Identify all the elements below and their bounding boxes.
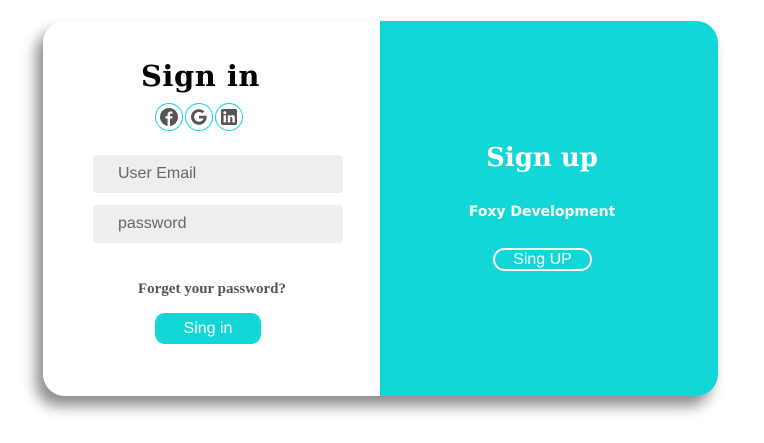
social-login-row [155, 103, 243, 131]
signin-panel: Sign in User Email Forget your password?… [43, 21, 380, 396]
signup-panel: Sign up Foxy Development Sing UP [380, 21, 718, 396]
signup-subtitle: Foxy Development [468, 204, 616, 220]
auth-card: Sign in User Email Forget your password?… [43, 21, 718, 396]
google-button[interactable] [185, 103, 213, 131]
signup-button[interactable]: Sing UP [493, 248, 592, 271]
facebook-icon [160, 108, 178, 126]
signin-title: Sign in [140, 59, 261, 93]
email-field[interactable] [93, 155, 343, 193]
linkedin-icon [221, 109, 237, 125]
facebook-button[interactable] [155, 103, 183, 131]
linkedin-button[interactable] [215, 103, 243, 131]
signup-title: Sign up [486, 143, 598, 173]
password-field[interactable] [93, 205, 343, 243]
google-icon [191, 109, 207, 125]
signin-button[interactable]: Sing in [155, 313, 261, 344]
forgot-password-link[interactable]: Forget your password? [93, 281, 331, 298]
